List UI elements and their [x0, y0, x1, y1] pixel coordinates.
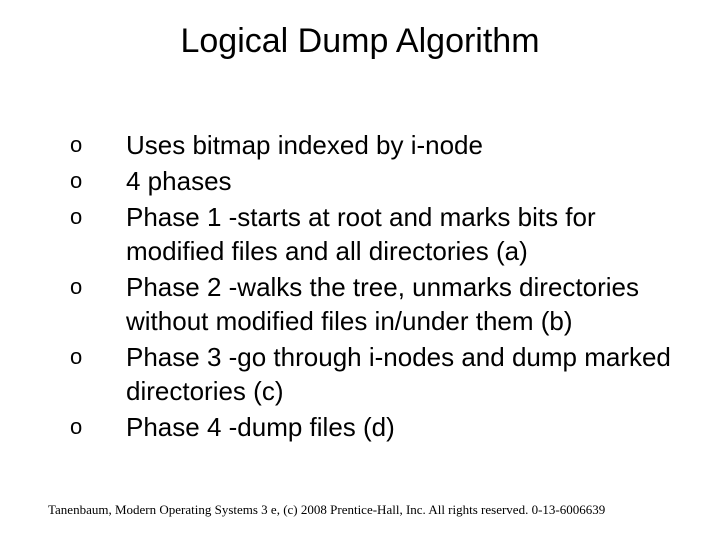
list-item: o Phase 2 -walks the tree, unmarks direc…	[70, 270, 680, 338]
list-item-text: Uses bitmap indexed by i-node	[126, 128, 680, 162]
list-item-text: Phase 1 -starts at root and marks bits f…	[126, 200, 680, 268]
list-item: o 4 phases	[70, 164, 680, 198]
list-item: o Phase 3 -go through i-nodes and dump m…	[70, 340, 680, 408]
slide-body: o Uses bitmap indexed by i-node o 4 phas…	[70, 128, 680, 446]
list-item: o Phase 1 -starts at root and marks bits…	[70, 200, 680, 268]
bullet-icon: o	[70, 270, 126, 304]
list-item: o Phase 4 -dump files (d)	[70, 410, 680, 444]
bullet-icon: o	[70, 128, 126, 162]
list-item: o Uses bitmap indexed by i-node	[70, 128, 680, 162]
list-item-text: Phase 2 -walks the tree, unmarks directo…	[126, 270, 680, 338]
list-item-text: Phase 3 -go through i-nodes and dump mar…	[126, 340, 680, 408]
bullet-icon: o	[70, 200, 126, 234]
list-item-text: 4 phases	[126, 164, 680, 198]
slide-title: Logical Dump Algorithm	[0, 22, 720, 61]
slide-footer: Tanenbaum, Modern Operating Systems 3 e,…	[48, 502, 672, 518]
list-item-text: Phase 4 -dump files (d)	[126, 410, 680, 444]
slide: Logical Dump Algorithm o Uses bitmap ind…	[0, 0, 720, 540]
bullet-icon: o	[70, 164, 126, 198]
bullet-icon: o	[70, 410, 126, 444]
bullet-icon: o	[70, 340, 126, 374]
